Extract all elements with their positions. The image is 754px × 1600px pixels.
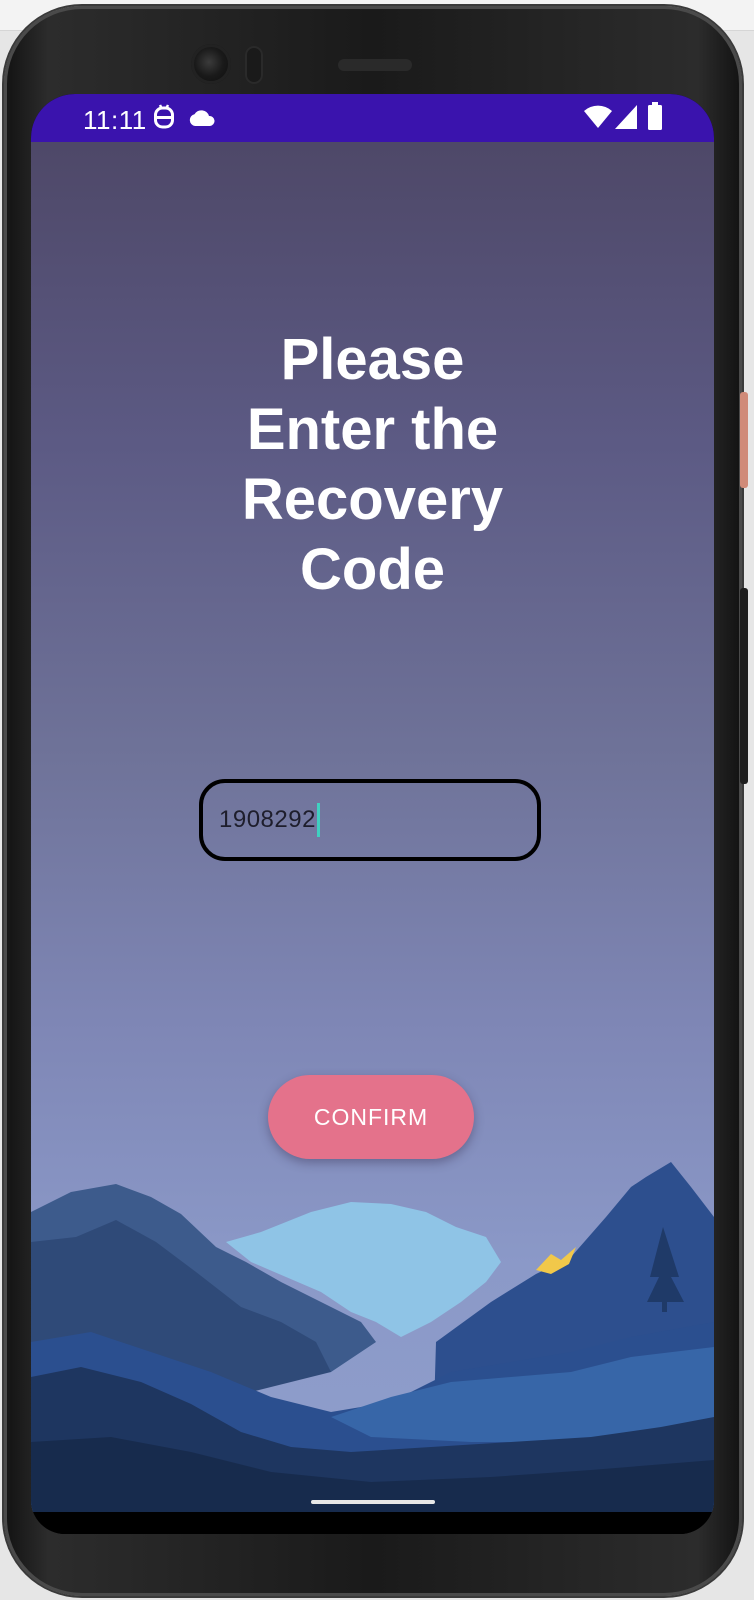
recovery-code-input[interactable]: 1908292 [199, 779, 541, 861]
wifi-icon [584, 105, 612, 128]
recovery-code-screen: Please Enter the Recovery Code 1908292 C… [31, 142, 714, 1512]
home-gesture-handle[interactable] [311, 1500, 435, 1504]
power-button[interactable] [740, 392, 748, 488]
mountain-landscape-illustration [31, 1162, 714, 1512]
earpiece-speaker [338, 59, 412, 71]
title-line: Please [280, 327, 465, 392]
phone-frame: 11:11 Please Enter the Recovery Code 190… [4, 6, 748, 1596]
cloud-icon [189, 110, 215, 126]
cellular-signal-icon [615, 105, 637, 129]
page-title: Please Enter the Recovery Code [31, 325, 714, 605]
status-time: 11:11 [83, 105, 147, 135]
front-camera-icon [191, 44, 231, 84]
title-line: Recovery [241, 467, 504, 532]
text-cursor [316, 803, 320, 837]
device-screen: 11:11 Please Enter the Recovery Code 190… [31, 94, 714, 1534]
recovery-code-value: 1908292 [219, 806, 316, 833]
navigation-bar [31, 1512, 714, 1534]
status-bar: 11:11 [31, 94, 714, 142]
proximity-sensor [245, 46, 263, 84]
battery-icon [648, 102, 662, 130]
system-notification-icon [154, 104, 174, 129]
title-line: Enter the [246, 397, 499, 462]
title-line: Code [300, 537, 445, 602]
volume-rocker[interactable] [740, 588, 748, 784]
